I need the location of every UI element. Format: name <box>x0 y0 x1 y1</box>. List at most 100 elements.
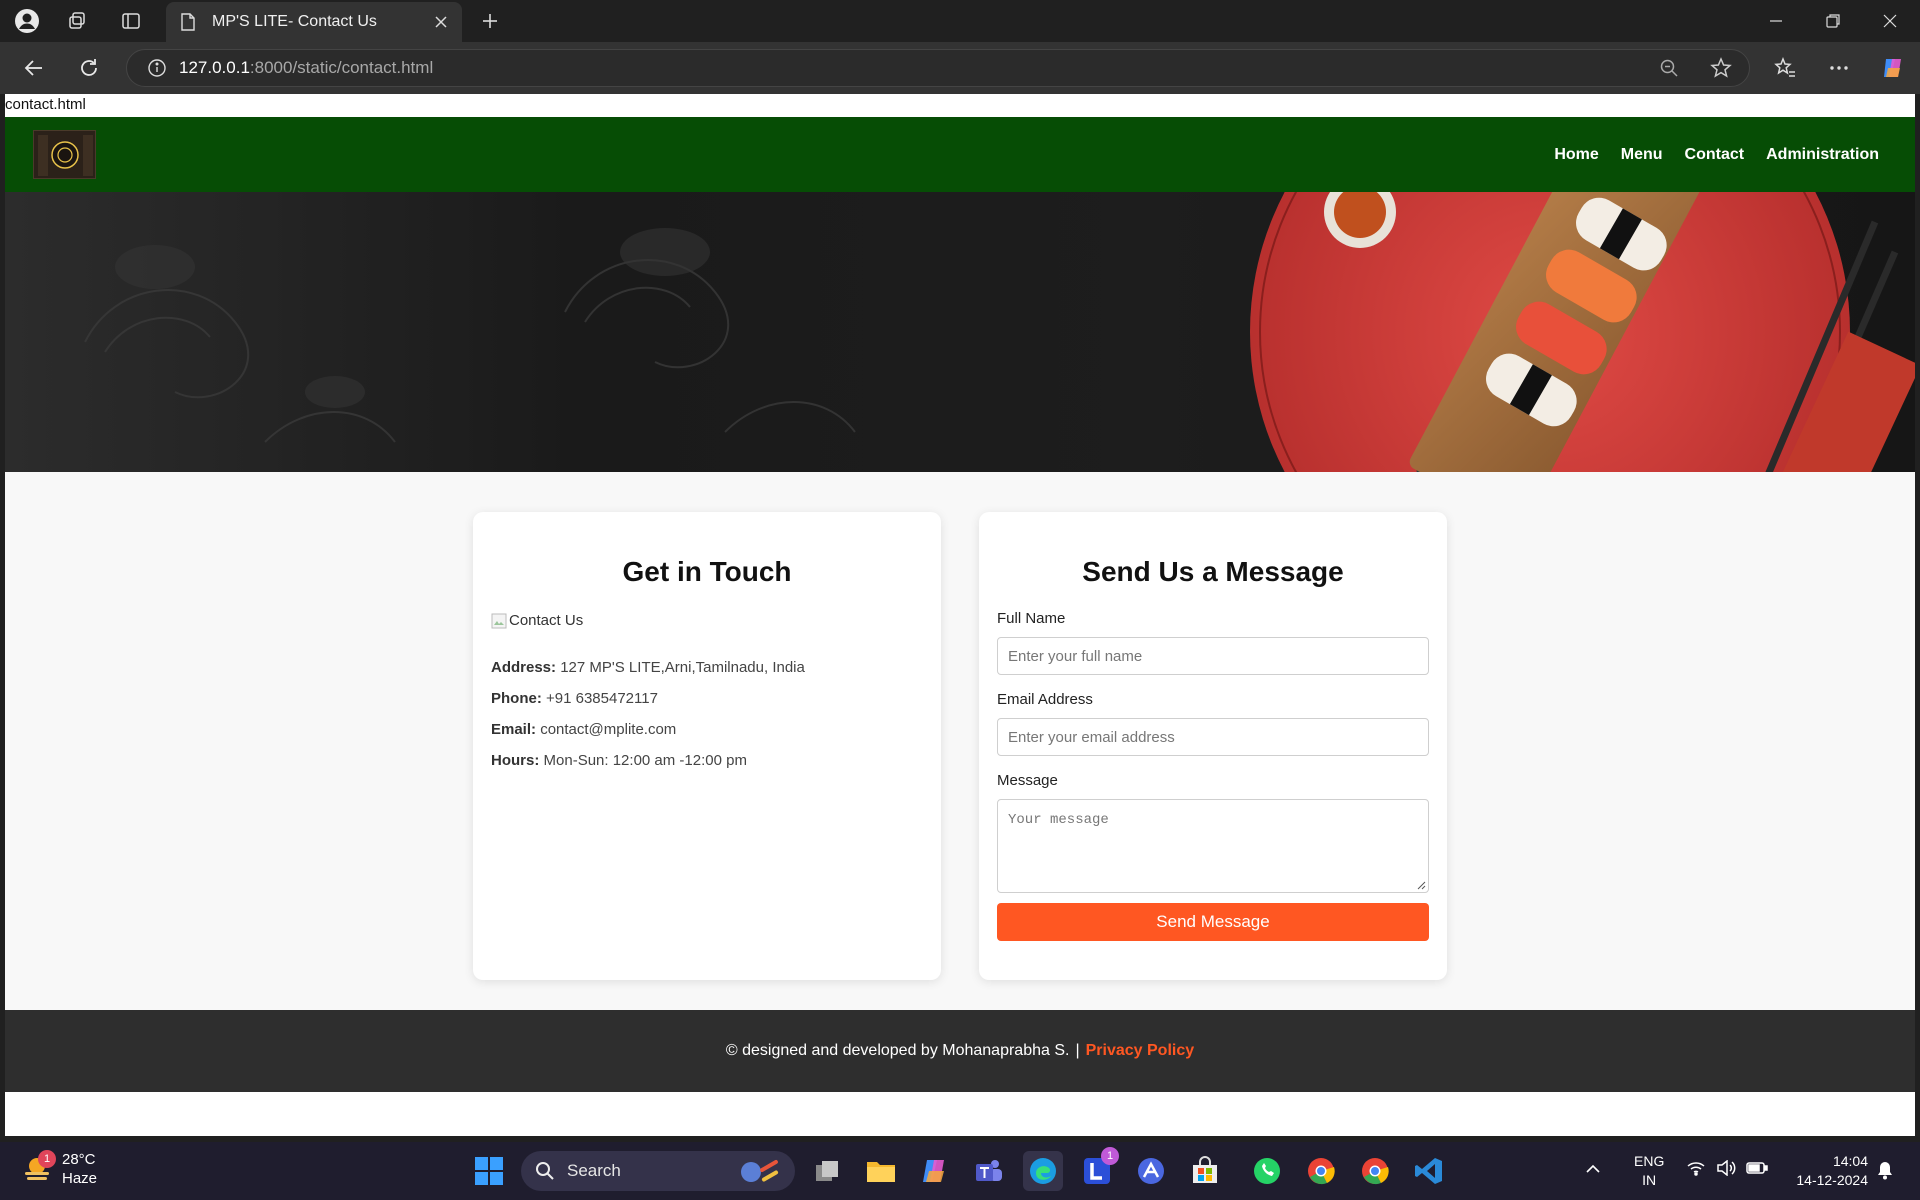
tab-actions-icon[interactable] <box>112 8 150 34</box>
start-button[interactable] <box>469 1151 509 1191</box>
site-header: Home Menu Contact Administration <box>5 117 1915 192</box>
page-icon <box>181 13 195 31</box>
hours-value: Mon-Sun: 12:00 am -12:00 pm <box>543 752 747 769</box>
contact-details: Address: 127 MP'S LITE,Arni,Tamilnadu, I… <box>491 659 941 769</box>
close-window-button[interactable] <box>1868 6 1912 36</box>
nav-link-home[interactable]: Home <box>1554 146 1598 164</box>
clock-date: 14-12-2024 <box>1796 1172 1868 1188</box>
contact-form: Full Name Enter your full name Email Add… <box>979 610 1447 941</box>
email-line: Email: contact@mplite.com <box>491 721 941 738</box>
lang-line1: ENG <box>1634 1153 1665 1169</box>
main-nav: Home Menu Contact Administration <box>1532 117 1879 192</box>
url-path: :8000/static/contact.html <box>249 58 434 77</box>
l-app-icon[interactable]: 1 <box>1077 1147 1119 1191</box>
file-explorer-icon[interactable] <box>861 1151 901 1191</box>
weather-widget[interactable]: 1 28°C Haze <box>20 1150 97 1188</box>
hero-sushi-image <box>84 192 1915 472</box>
copilot-icon[interactable] <box>1875 52 1911 84</box>
footer-credit: © designed and developed by Mohanaprabha… <box>725 1042 1070 1059</box>
nav-link-administration[interactable]: Administration <box>1766 146 1879 164</box>
show-hidden-icons[interactable] <box>1585 1160 1601 1179</box>
notification-bell-icon[interactable] <box>1876 1160 1894 1185</box>
profile-icon[interactable] <box>8 8 46 34</box>
teams-icon[interactable] <box>969 1151 1009 1191</box>
favorites-icon[interactable] <box>1767 52 1803 84</box>
more-options-icon[interactable] <box>1821 52 1857 84</box>
hours-line: Hours: Mon-Sun: 12:00 am -12:00 pm <box>491 752 941 769</box>
tab-contact[interactable]: MP'S LITE- Contact Us <box>166 2 462 42</box>
address-label: Address: <box>491 659 557 676</box>
contact-image-alt: Contact Us <box>509 612 584 629</box>
zoom-icon[interactable] <box>1653 53 1685 83</box>
url-host: 127.0.0.1 <box>179 58 250 77</box>
browser-tab-bar: MP'S LITE- Contact Us <box>0 0 1920 42</box>
phone-label: Phone: <box>491 690 542 707</box>
app-badge: 1 <box>1101 1147 1119 1165</box>
info-heading: Get in Touch <box>622 556 792 587</box>
nav-link-menu[interactable]: Menu <box>1621 146 1663 164</box>
chrome-profile-icon[interactable] <box>1355 1151 1395 1191</box>
address-value: 127 MP'S LITE,Arni,Tamilnadu, India <box>560 659 805 676</box>
nav-link-contact[interactable]: Contact <box>1685 146 1745 164</box>
contact-info-card: Get in Touch Contact Us Address: 127 MP'… <box>473 512 941 980</box>
new-tab-button[interactable] <box>472 8 508 34</box>
address-line: Address: 127 MP'S LITE,Arni,Tamilnadu, I… <box>491 659 941 676</box>
site-info-icon[interactable] <box>137 58 177 78</box>
workspaces-icon[interactable] <box>58 8 96 34</box>
vscode-icon[interactable] <box>1409 1151 1449 1191</box>
send-message-button[interactable]: Send Message <box>997 903 1429 941</box>
resize-grip-icon[interactable] <box>1416 880 1426 890</box>
search-icon <box>536 1162 554 1180</box>
weather-temp: 28°C <box>62 1151 96 1168</box>
taskbar-search[interactable]: Search <box>521 1151 795 1191</box>
volume-icon <box>1717 1160 1736 1176</box>
restore-button[interactable] <box>1811 6 1855 36</box>
email-label: Email: <box>491 721 537 738</box>
wifi-icon <box>1687 1162 1705 1176</box>
site-logo[interactable] <box>33 130 96 179</box>
phone-line: Phone: +91 6385472117 <box>491 690 941 707</box>
email-address-label: Email Address <box>997 691 1093 708</box>
chrome-icon[interactable] <box>1301 1151 1341 1191</box>
message-textarea[interactable]: Your message <box>997 799 1429 893</box>
clock[interactable]: 14:04 14-12-2024 <box>1786 1152 1868 1190</box>
weather-desc: Haze <box>62 1170 98 1187</box>
system-tray[interactable] <box>1686 1160 1768 1176</box>
address-bar[interactable]: 127.0.0.1:8000/static/contact.html <box>126 49 1750 87</box>
page-viewport: contact.html Home Menu Contact Administr… <box>5 94 1915 1136</box>
close-tab-icon[interactable] <box>434 15 448 29</box>
tab-title: MP'S LITE- Contact Us <box>212 13 377 30</box>
weather-badge: 1 <box>38 1150 56 1168</box>
favorite-star-icon[interactable] <box>1705 53 1737 83</box>
form-heading: Send Us a Message <box>1082 556 1344 587</box>
footer-separator: | <box>1075 1042 1080 1059</box>
windows-taskbar: 1 28°C Haze Search 1 ENG IN 14:04 14-12-… <box>0 1142 1920 1200</box>
minimize-button[interactable] <box>1754 6 1798 36</box>
back-button[interactable] <box>16 52 52 84</box>
lang-line2: IN <box>1642 1172 1657 1188</box>
edge-browser-icon[interactable] <box>1023 1151 1063 1191</box>
copilot-app-icon[interactable] <box>915 1151 955 1191</box>
contact-image: Contact Us <box>491 612 941 629</box>
phone-value: +91 6385472117 <box>546 690 658 707</box>
message-label: Message <box>997 772 1058 789</box>
task-view-icon[interactable] <box>807 1151 847 1191</box>
microsoft-store-icon[interactable] <box>1185 1151 1225 1191</box>
message-placeholder: Your message <box>1008 812 1109 828</box>
whatsapp-icon[interactable] <box>1247 1151 1287 1191</box>
contact-content: Get in Touch Contact Us Address: 127 MP'… <box>5 472 1915 1010</box>
arc-app-icon[interactable] <box>1131 1151 1171 1191</box>
url-text: 127.0.0.1:8000/static/contact.html <box>179 58 433 78</box>
reload-button[interactable] <box>71 52 107 84</box>
input-language[interactable]: ENG IN <box>1634 1152 1664 1190</box>
search-highlight-icon <box>741 1160 779 1182</box>
email-input[interactable]: Enter your email address <box>997 718 1429 756</box>
clock-time: 14:04 <box>1832 1153 1868 1169</box>
full-name-label: Full Name <box>997 610 1066 627</box>
privacy-policy-link[interactable]: Privacy Policy <box>1086 1042 1195 1060</box>
hours-label: Hours: <box>491 752 540 769</box>
full-name-input[interactable]: Enter your full name <box>997 637 1429 675</box>
file-label: contact.html <box>5 96 86 113</box>
message-form-card: Send Us a Message Full Name Enter your f… <box>979 512 1447 980</box>
weather-haze-icon: 1 <box>20 1150 56 1186</box>
